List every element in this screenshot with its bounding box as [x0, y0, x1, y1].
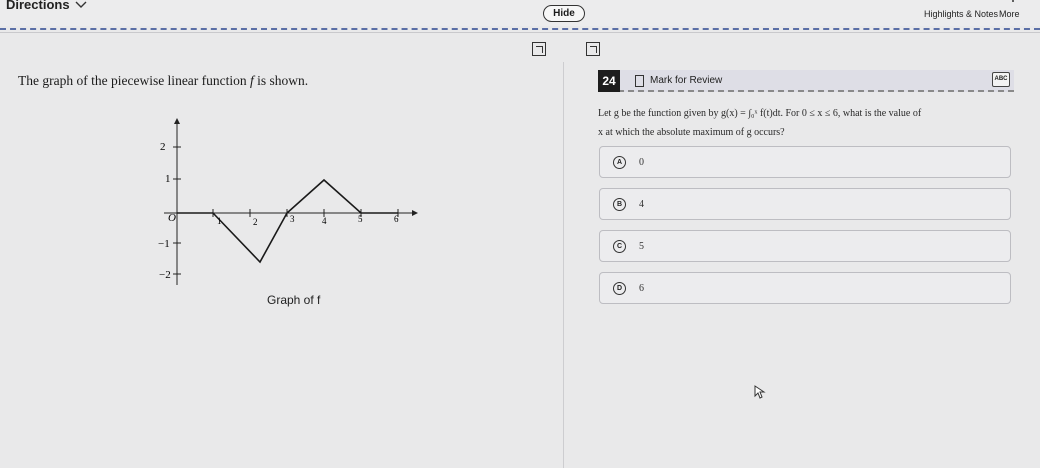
expand-left-icon[interactable] [532, 42, 546, 56]
question-line-2: x at which the absolute maximum of g occ… [598, 127, 785, 138]
x-tick-1: 1 [217, 216, 222, 226]
header-divider-line [0, 32, 1040, 33]
choice-c[interactable]: C 5 [599, 230, 1011, 262]
choice-value: 5 [639, 241, 644, 252]
x-tick-6: 6 [394, 214, 399, 224]
x-tick-3: 3 [290, 214, 295, 224]
choice-letter: A [613, 156, 626, 169]
highlights-notes-button[interactable]: Highlights & Notes [924, 9, 998, 19]
question-number: 24 [598, 70, 620, 92]
choice-value: 0 [639, 157, 644, 168]
directions-label: Directions [6, 0, 70, 12]
y-tick-1: 1 [165, 173, 171, 185]
chevron-down-icon [75, 1, 87, 8]
pane-divider [563, 62, 564, 468]
answer-eliminator-button[interactable]: ABC [992, 72, 1010, 87]
prompt-text-post: is shown. [253, 73, 309, 88]
expand-right-icon[interactable] [586, 42, 600, 56]
more-button[interactable]: More [999, 9, 1020, 19]
more-dots-icon [1012, 0, 1014, 2]
choice-b[interactable]: B 4 [599, 188, 1011, 220]
choice-d[interactable]: D 6 [599, 272, 1011, 304]
question-line-1: Let g be the function given by g(x) = ∫₀… [598, 108, 922, 119]
function-graph: 2 1 −1 −2 O 1 2 3 4 5 6 [158, 118, 418, 285]
question-header: 24 Mark for Review ABC [598, 70, 1014, 92]
x-tick-2: 2 [253, 217, 258, 227]
origin-label: O [168, 212, 176, 224]
prompt-text-pre: The graph of the piecewise linear functi… [18, 73, 251, 88]
y-tick-2: 2 [160, 141, 166, 153]
choice-letter: D [613, 282, 626, 295]
choice-value: 6 [639, 283, 644, 294]
stimulus-prompt: The graph of the piecewise linear functi… [18, 73, 308, 89]
y-tick-neg1: −1 [158, 238, 170, 250]
function-line [177, 178, 398, 264]
y-tick-neg2: −2 [159, 269, 171, 281]
mouse-cursor-icon [754, 385, 766, 399]
x-tick-5: 5 [358, 214, 363, 224]
choice-letter: C [613, 240, 626, 253]
top-bar: Directions Hide Highlights & Notes More [0, 0, 1040, 26]
x-tick-4: 4 [322, 216, 327, 226]
header-divider [0, 28, 1040, 30]
bookmark-icon[interactable] [635, 75, 644, 87]
question-text: Let g be the function given by g(x) = ∫₀… [598, 104, 1018, 142]
directions-menu[interactable]: Directions [6, 0, 88, 12]
graph-caption: Graph of f [267, 293, 321, 307]
mark-for-review-button[interactable]: Mark for Review [650, 75, 722, 86]
choice-letter: B [613, 198, 626, 211]
choice-a[interactable]: A 0 [599, 146, 1011, 178]
hide-button[interactable]: Hide [543, 5, 585, 22]
choice-value: 4 [639, 199, 644, 210]
